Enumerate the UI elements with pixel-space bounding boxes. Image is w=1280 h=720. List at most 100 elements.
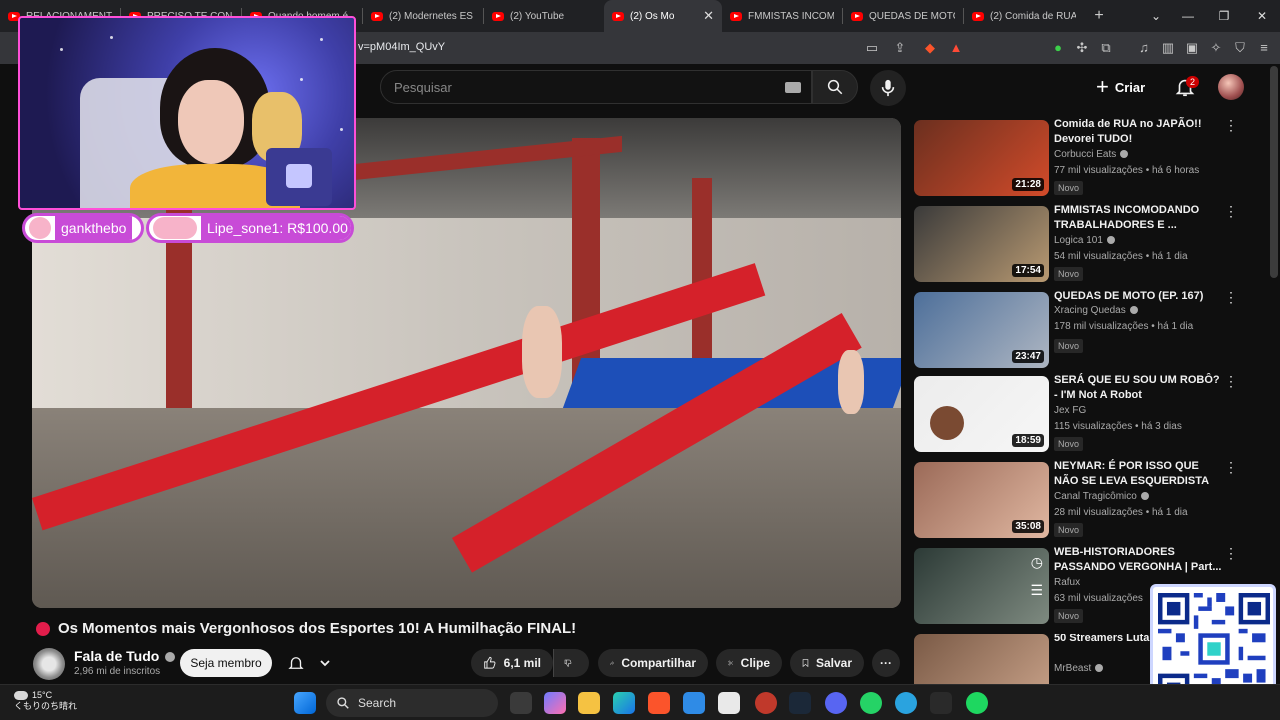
search-button[interactable] (812, 70, 858, 104)
video-thumbnail[interactable]: 35:08 (914, 462, 1049, 538)
recommended-title[interactable]: QUEDAS DE MOTO (EP. 167) (1054, 289, 1222, 304)
video-thumbnail[interactable] (914, 634, 1049, 684)
light-dot (300, 78, 303, 81)
kebab-menu-icon[interactable]: ⋮ (1224, 460, 1238, 474)
menu-icon[interactable]: ≡ (1256, 40, 1272, 56)
epic-games-icon[interactable] (930, 692, 952, 714)
more-actions-button[interactable]: ··· (872, 649, 900, 677)
spotify-icon[interactable] (966, 692, 988, 714)
recommended-title[interactable]: Comida de RUA no JAPÃO!! Devorei TUDO! (1054, 117, 1222, 147)
account-avatar[interactable] (1218, 74, 1244, 100)
clip-button[interactable]: Clipe (716, 649, 782, 677)
brave-shield-icon[interactable]: ◆ (922, 40, 938, 56)
close-window-icon[interactable]: ✕ (1244, 0, 1280, 32)
recommended-title[interactable]: WEB-HISTORIADORES PASSANDO VERGONHA | Pa… (1054, 545, 1222, 575)
channel-text[interactable]: Canal Tragicômico (1054, 491, 1137, 502)
channel-text[interactable]: Xracing Quedas (1054, 305, 1126, 316)
whatsapp-icon[interactable] (860, 692, 882, 714)
kebab-menu-icon[interactable]: ⋮ (1224, 546, 1238, 560)
extension-status-icon[interactable]: ● (1050, 40, 1066, 56)
kebab-menu-icon[interactable]: ⋮ (1224, 374, 1238, 388)
video-thumbnail[interactable]: 17:54 (914, 206, 1049, 282)
search-input[interactable]: Pesquisar (380, 70, 812, 104)
leo-ai-icon[interactable]: ✧ (1208, 40, 1224, 56)
video-thumbnail[interactable]: 23:47 (914, 292, 1049, 368)
minimize-icon[interactable]: — (1170, 0, 1206, 32)
channel-avatar[interactable] (33, 648, 65, 680)
channel-name-text[interactable]: Fala de Tudo (74, 648, 159, 664)
keyboard-icon[interactable] (785, 82, 801, 93)
dislike-button[interactable] (553, 649, 589, 677)
youtube-icon (612, 11, 624, 21)
telegram-icon[interactable] (895, 692, 917, 714)
like-button[interactable]: 6,1 mil (471, 649, 553, 677)
vpn-icon[interactable]: ⛉ (1232, 40, 1248, 56)
recommended-title[interactable]: NEYMAR: É POR ISSO QUE NÃO SE LEVA ESQUE… (1054, 459, 1222, 491)
join-button[interactable]: Seja membro (180, 649, 272, 677)
weather-text: くもりのち晴れ (14, 701, 78, 711)
kebab-menu-icon[interactable]: ⋮ (1224, 118, 1238, 132)
add-to-queue-icon[interactable]: ☰ (1030, 582, 1043, 599)
discord-icon[interactable] (825, 692, 847, 714)
subscribe-notifications-button[interactable] (280, 649, 338, 677)
browser-tab[interactable]: (2) YouTube (484, 0, 604, 32)
app-icon[interactable] (755, 692, 777, 714)
media-icon[interactable]: ♫ (1136, 40, 1152, 56)
kebab-menu-icon[interactable]: ⋮ (1224, 204, 1238, 218)
brave-icon[interactable] (648, 692, 670, 714)
channel-text[interactable]: Logica 101 (1054, 235, 1103, 246)
edge-icon[interactable] (613, 692, 635, 714)
recommended-title[interactable]: FMMISTAS INCOMODANDO TRABALHADORES E ... (1054, 203, 1222, 233)
voice-search-button[interactable] (870, 70, 906, 106)
recommended-video[interactable]: 18:59 SERÁ QUE EU SOU UM ROBÔ? - I'M Not… (914, 373, 1244, 456)
recommended-title[interactable]: SERÁ QUE EU SOU UM ROBÔ? - I'M Not A Rob… (1054, 373, 1222, 403)
kebab-menu-icon[interactable]: ⋮ (1224, 290, 1238, 304)
browser-tab[interactable]: (2) Comida de RUA (964, 0, 1084, 32)
browser-tab[interactable]: FMMISTAS INCOM (722, 0, 842, 32)
weather-widget[interactable]: 15°C くもりのち晴れ (14, 690, 77, 712)
recommended-video[interactable]: 21:28 Comida de RUA no JAPÃO!! Devorei T… (914, 117, 1244, 200)
store-icon[interactable] (683, 692, 705, 714)
scrollbar-thumb[interactable] (1270, 66, 1278, 278)
windows-start-icon[interactable] (294, 692, 316, 714)
video-thumbnail[interactable]: 21:28 (914, 120, 1049, 196)
channel-text[interactable]: Rafux (1054, 577, 1080, 588)
video-thumbnail[interactable]: ◷ ☰ (914, 548, 1049, 624)
screenshot-icon[interactable]: ⧉ (1098, 40, 1114, 56)
wallet-icon[interactable]: ▣ (1184, 40, 1200, 56)
extensions-icon[interactable]: ✣ (1074, 40, 1090, 56)
tab-list-icon[interactable]: ⌄ (1138, 0, 1174, 32)
cast-icon[interactable]: ▭ (864, 40, 880, 56)
clip-label: Clipe (740, 656, 770, 670)
channel-text[interactable]: Jex FG (1054, 405, 1086, 416)
video-thumbnail[interactable]: 18:59 (914, 376, 1049, 452)
browser-tab[interactable]: (2) Modernetes ES (363, 0, 483, 32)
browser-tab-active[interactable]: (2) Os Mo ✕ (604, 0, 722, 32)
steam-icon[interactable] (789, 692, 811, 714)
file-explorer-icon[interactable] (578, 692, 600, 714)
share-button[interactable]: Compartilhar (598, 649, 708, 677)
video-title: Os Momentos mais Vergonhosos dos Esporte… (36, 620, 576, 637)
recommended-video[interactable]: 23:47 QUEDAS DE MOTO (EP. 167) Xracing Q… (914, 289, 1244, 372)
taskbar-search[interactable]: Search (326, 689, 498, 717)
watch-later-icon[interactable]: ◷ (1031, 554, 1043, 571)
channel-text[interactable]: MrBeast (1054, 663, 1091, 674)
new-tab-button[interactable]: + (1084, 7, 1114, 25)
channel-text[interactable]: Corbucci Eats (1054, 149, 1116, 160)
copilot-icon[interactable] (544, 692, 566, 714)
close-tab-icon[interactable]: ✕ (703, 8, 714, 24)
create-button[interactable]: + Criar (1096, 72, 1145, 102)
task-view-icon[interactable] (510, 692, 532, 714)
recommended-video[interactable]: 17:54 FMMISTAS INCOMODANDO TRABALHADORES… (914, 203, 1244, 286)
url-text[interactable]: v=pM04Im_QUvY (358, 41, 445, 53)
share-icon[interactable]: ⇪ (892, 40, 908, 56)
brave-rewards-icon[interactable]: ▲ (948, 40, 964, 56)
sidebar-icon[interactable]: ▥ (1160, 40, 1176, 56)
chevron-down-icon (320, 660, 330, 667)
browser-tab[interactable]: QUEDAS DE MOTO (843, 0, 963, 32)
recommended-video[interactable]: 35:08 NEYMAR: É POR ISSO QUE NÃO SE LEVA… (914, 459, 1244, 542)
app-icon[interactable] (718, 692, 740, 714)
channel-name[interactable]: Fala de Tudo (74, 648, 176, 664)
maximize-icon[interactable]: ❐ (1206, 0, 1242, 32)
save-button[interactable]: Salvar (790, 649, 864, 677)
